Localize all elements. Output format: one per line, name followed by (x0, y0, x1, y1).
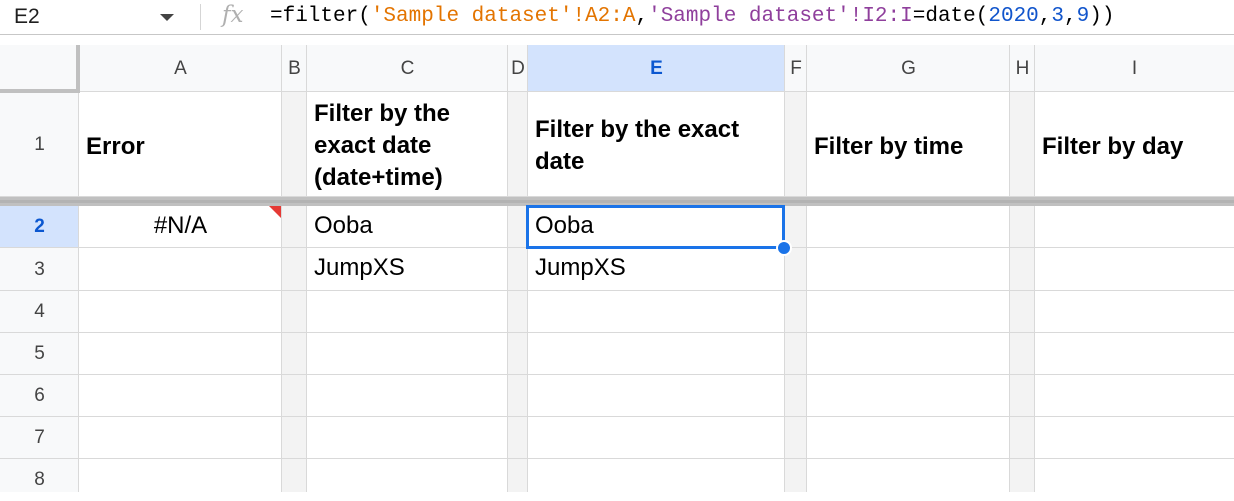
gridline-vertical (1034, 45, 1035, 492)
gridline-vertical (784, 45, 785, 492)
column-header-f[interactable]: F (785, 45, 807, 92)
header-cell-g1[interactable]: Filter by time (814, 131, 1007, 163)
header-cell-e1[interactable]: Filter by the exact date (535, 114, 782, 178)
gridline-horizontal (0, 91, 1234, 92)
column-header-c[interactable]: C (307, 45, 508, 92)
header-cell-i1[interactable]: Filter by day (1042, 131, 1231, 163)
narrow-column-b (282, 92, 307, 492)
formula-token: 'Sample dataset'!I2:I (648, 5, 913, 28)
selection-outline (526, 205, 785, 249)
gridline-horizontal (0, 332, 1234, 333)
frozen-row-divider-inner (0, 200, 1234, 203)
row-header-2[interactable]: 2 (0, 206, 79, 248)
fx-icon: fx (222, 2, 244, 28)
row-header-7[interactable]: 7 (0, 417, 79, 459)
formula-bar-divider (200, 4, 201, 30)
gridline-horizontal (0, 374, 1234, 375)
formula-bar: E2 fx =filter('Sample dataset'!A2:A,'Sam… (0, 0, 1234, 35)
gridline-horizontal (0, 458, 1234, 459)
row-header-5[interactable]: 5 (0, 333, 79, 375)
gridline-vertical (78, 45, 79, 492)
cell-c2[interactable]: Ooba (314, 212, 373, 240)
gridline-vertical (306, 45, 307, 492)
formula-token: 'Sample dataset'!A2:A (370, 5, 636, 28)
gridline-horizontal (0, 290, 1234, 291)
narrow-column-f (785, 92, 807, 492)
formula-token: =date( (912, 5, 989, 28)
column-header-a[interactable]: A (79, 45, 282, 92)
column-header-i[interactable]: I (1035, 45, 1234, 92)
column-header-d[interactable]: D (508, 45, 528, 92)
row-header-8[interactable]: 8 (0, 459, 79, 501)
gridline-vertical (1009, 45, 1010, 492)
gridline-vertical (281, 45, 282, 492)
header-cell-c1[interactable]: Filter by the exact date (date+time) (314, 98, 505, 194)
column-header-g[interactable]: G (807, 45, 1010, 92)
error-indicator-icon[interactable] (269, 206, 281, 218)
select-all-corner[interactable] (0, 45, 80, 93)
formula-input[interactable]: =filter('Sample dataset'!A2:A,'Sample da… (270, 5, 1114, 28)
column-header-h[interactable]: H (1010, 45, 1035, 92)
formula-token: 9 (1076, 5, 1090, 28)
cell-c3[interactable]: JumpXS (314, 254, 405, 282)
formula-token: 3 (1051, 5, 1065, 28)
gridline-vertical (507, 45, 508, 492)
formula-token: , (1038, 5, 1052, 28)
name-box-value[interactable]: E2 (14, 5, 40, 29)
gridline-vertical (527, 45, 528, 492)
row-header-3[interactable]: 3 (0, 248, 79, 291)
fill-handle[interactable] (776, 240, 792, 256)
row-header-1[interactable]: 1 (0, 92, 79, 197)
formula-token: , (635, 5, 649, 28)
column-header-b[interactable]: B (282, 45, 307, 92)
formula-token: =filter( (270, 5, 371, 28)
column-header-e[interactable]: E (528, 45, 785, 92)
cell-a2[interactable]: #N/A (79, 212, 282, 240)
row-header-6[interactable]: 6 (0, 375, 79, 417)
formula-token: , (1064, 5, 1077, 28)
narrow-column-h (1010, 92, 1035, 492)
cell-e3[interactable]: JumpXS (535, 254, 626, 282)
gridline-vertical (806, 45, 807, 492)
header-cell-a1[interactable]: Error (86, 131, 279, 163)
chevron-down-icon[interactable] (160, 14, 174, 21)
formula-token: )) (1089, 5, 1115, 28)
gridline-horizontal (0, 416, 1234, 417)
row-header-4[interactable]: 4 (0, 291, 79, 333)
formula-token: 2020 (988, 5, 1039, 28)
narrow-column-d (508, 92, 528, 492)
name-box[interactable]: E2 (0, 0, 192, 34)
